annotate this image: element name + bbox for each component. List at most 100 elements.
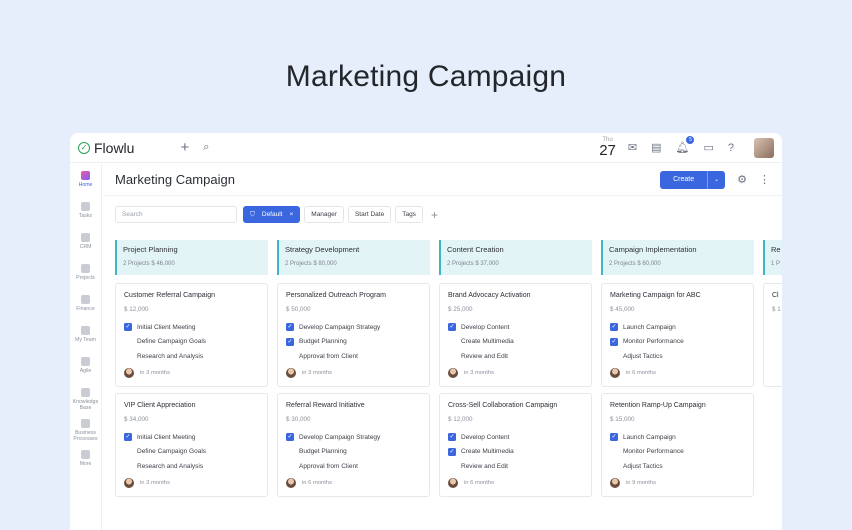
assignee-avatar[interactable]	[610, 477, 620, 488]
project-card[interactable]: Referral Reward Initiative $ 30,000 ✓ De…	[277, 393, 430, 497]
task-checkbox[interactable]	[448, 352, 456, 360]
task-checkbox[interactable]: ✓	[286, 337, 294, 346]
assignee-avatar[interactable]	[610, 367, 620, 378]
assignee-avatar[interactable]	[124, 477, 134, 488]
more-vertical-icon[interactable]: ⋮	[759, 173, 770, 186]
task-checkbox[interactable]: ✓	[610, 323, 618, 332]
more-icon	[81, 450, 90, 459]
task-checkbox[interactable]	[286, 462, 294, 470]
project-card[interactable]: Marketing Campaign for ABC $ 45,000 ✓ La…	[601, 283, 754, 387]
sidebar-item-finance[interactable]: Finance	[70, 288, 101, 319]
assignee-avatar[interactable]	[286, 367, 296, 378]
chat-icon[interactable]: ▭	[703, 141, 713, 154]
task-checkbox[interactable]: ✓	[448, 323, 456, 332]
sidebar-item-knowledge-base[interactable]: Knowledge Base	[70, 381, 101, 412]
close-icon[interactable]: ×	[289, 211, 293, 218]
card-amount: $ 50,000	[286, 306, 311, 313]
card-footer: in 6 months	[610, 367, 745, 378]
flowlu-logo[interactable]: ✓ Flowlu	[78, 140, 134, 156]
search-input[interactable]	[115, 206, 237, 223]
gear-icon[interactable]: ⚙	[737, 173, 747, 186]
manager-filter-chip[interactable]: Manager	[304, 206, 344, 223]
project-card[interactable]: Personalized Outreach Program $ 50,000 ✓…	[277, 283, 430, 387]
project-card[interactable]: Cl $ 1	[763, 283, 782, 387]
card-title: Customer Referral Campaign	[124, 292, 216, 299]
column-header[interactable]: Re 1 P	[763, 240, 782, 275]
task-label: Adjust Tactics	[623, 462, 663, 470]
project-card[interactable]: Cross-Sell Collaboration Campaign $ 12,0…	[439, 393, 592, 497]
sidebar-item-home[interactable]: Home	[70, 164, 101, 195]
sidebar-item-agile[interactable]: Agile	[70, 350, 101, 381]
assignee-avatar[interactable]	[448, 367, 458, 378]
task-checkbox[interactable]	[610, 352, 618, 360]
project-card[interactable]: VIP Client Appreciation $ 34,000 ✓ Initi…	[115, 393, 268, 497]
user-avatar[interactable]	[754, 137, 774, 158]
start-date-filter-chip[interactable]: Start Date	[347, 206, 392, 223]
project-card[interactable]: Brand Advocacy Activation $ 25,000 ✓ Dev…	[439, 283, 592, 387]
task-item: Monitor Performance	[610, 445, 745, 460]
task-item: ✓ Budget Planning	[286, 335, 421, 350]
task-checkbox[interactable]	[448, 462, 456, 470]
task-label: Approval from Client	[299, 462, 358, 470]
mail-icon[interactable]: ✉	[628, 141, 637, 154]
task-checkbox[interactable]	[124, 338, 132, 346]
add-filter-icon[interactable]: +	[431, 208, 438, 222]
task-checkbox[interactable]: ✓	[448, 433, 456, 442]
task-checkbox[interactable]	[610, 448, 618, 456]
task-checkbox[interactable]: ✓	[448, 447, 456, 456]
task-checkbox[interactable]	[448, 338, 456, 346]
filter-bar: ⛉ Default × Manager Start Date Tags +	[103, 196, 782, 223]
task-item: Research and Analysis	[124, 459, 259, 474]
help-icon[interactable]: ?	[728, 142, 734, 154]
sidebar-item-tasks[interactable]: Tasks	[70, 195, 101, 226]
task-item: ✓ Launch Campaign	[610, 320, 745, 335]
sidebar-item-my-team[interactable]: My Team	[70, 319, 101, 350]
card-title: Personalized Outreach Program	[286, 292, 386, 299]
task-checkbox[interactable]	[124, 448, 132, 456]
date-widget[interactable]: Thu 27	[599, 137, 616, 158]
task-checkbox[interactable]: ✓	[610, 337, 618, 346]
task-label: Create Multimedia	[461, 448, 514, 456]
bell-icon[interactable]: 🔔︎ 5	[676, 136, 695, 154]
task-checkbox[interactable]: ✓	[124, 323, 132, 332]
task-item: ✓ Initial Client Meeting	[124, 430, 259, 445]
logo-text: Flowlu	[94, 139, 135, 156]
task-checkbox[interactable]: ✓	[124, 433, 132, 442]
task-checkbox[interactable]: ✓	[286, 433, 294, 442]
column-header[interactable]: Strategy Development 2 Projects $ 80,000	[277, 240, 430, 275]
sidebar-item-crm[interactable]: CRM	[70, 226, 101, 257]
assignee-avatar[interactable]	[286, 477, 296, 488]
plus-icon[interactable]: +	[180, 139, 189, 156]
task-checkbox[interactable]	[286, 352, 294, 360]
kanban-column: Project Planning 2 Projects $ 46,000 Cus…	[115, 240, 268, 497]
task-checkbox[interactable]	[124, 462, 132, 470]
sidebar-item-more[interactable]: More	[70, 443, 101, 474]
search-icon[interactable]: ⌕	[203, 141, 209, 154]
default-filter-chip[interactable]: ⛉ Default ×	[243, 206, 301, 223]
task-label: Develop Campaign Strategy	[299, 433, 381, 441]
sidebar-item-projects[interactable]: Projects	[70, 257, 101, 288]
task-checkbox[interactable]: ✓	[610, 433, 618, 442]
task-checkbox[interactable]: ✓	[286, 323, 294, 332]
project-card[interactable]: Retention Ramp-Up Campaign $ 15,000 ✓ La…	[601, 393, 754, 497]
notes-icon[interactable]: ▤	[651, 141, 661, 154]
task-checkbox[interactable]	[610, 462, 618, 470]
task-checkbox[interactable]	[124, 352, 132, 360]
task-item: ✓ Create Multimedia	[448, 445, 583, 460]
assignee-avatar[interactable]	[448, 477, 458, 488]
column-header[interactable]: Content Creation 2 Projects $ 37,000	[439, 240, 592, 275]
column-summary: 1 P	[771, 261, 781, 267]
assignee-avatar[interactable]	[124, 367, 134, 378]
sidebar-item-business-processes[interactable]: Business Processes	[70, 412, 101, 443]
create-button[interactable]: Create ⌄	[660, 170, 726, 189]
task-item: Define Campaign Goals	[124, 335, 259, 350]
task-checkbox[interactable]	[286, 448, 294, 456]
agile-icon	[81, 357, 90, 366]
column-header[interactable]: Campaign Implementation 2 Projects $ 60,…	[601, 240, 754, 275]
chevron-down-icon[interactable]: ⌄	[707, 170, 725, 189]
project-card[interactable]: Customer Referral Campaign $ 12,000 ✓ In…	[115, 283, 268, 387]
default-filter-label: Default	[261, 211, 283, 218]
card-title: Referral Reward Initiative	[286, 402, 365, 409]
column-header[interactable]: Project Planning 2 Projects $ 46,000	[115, 240, 268, 275]
tags-filter-chip[interactable]: Tags	[395, 206, 423, 223]
